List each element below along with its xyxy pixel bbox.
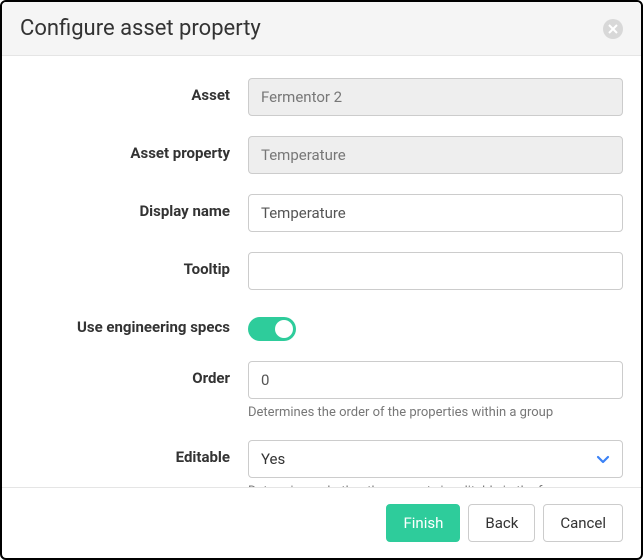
order-help: Determines the order of the properties w… [248, 405, 623, 420]
order-label: Order [20, 361, 248, 387]
editable-select[interactable]: Yes [248, 440, 623, 478]
back-button[interactable]: Back [468, 504, 535, 542]
editable-label: Editable [20, 440, 248, 466]
order-row: Order Determines the order of the proper… [20, 361, 623, 420]
modal-body: Asset Asset property Display name Toolti… [2, 56, 641, 487]
close-button[interactable] [603, 19, 623, 39]
asset-property-label: Asset property [20, 136, 248, 162]
asset-label: Asset [20, 78, 248, 104]
cancel-button[interactable]: Cancel [543, 504, 623, 542]
tooltip-row: Tooltip [20, 252, 623, 290]
asset-property-input [248, 136, 623, 174]
modal-title: Configure asset property [20, 16, 261, 41]
modal-footer: Finish Back Cancel [2, 487, 641, 558]
editable-row: Editable Yes Determines whether the prop… [20, 440, 623, 487]
display-name-row: Display name [20, 194, 623, 232]
editable-value: Yes [261, 450, 285, 468]
asset-row: Asset [20, 78, 623, 116]
use-eng-specs-toggle[interactable] [248, 317, 296, 341]
tooltip-input[interactable] [248, 252, 623, 290]
finish-button[interactable]: Finish [386, 504, 460, 542]
display-name-input[interactable] [248, 194, 623, 232]
tooltip-label: Tooltip [20, 252, 248, 278]
asset-property-row: Asset property [20, 136, 623, 174]
modal-header: Configure asset property [2, 2, 641, 56]
display-name-label: Display name [20, 194, 248, 220]
close-icon [608, 24, 618, 34]
use-eng-specs-label: Use engineering specs [20, 310, 248, 336]
asset-input [248, 78, 623, 116]
order-input[interactable] [248, 361, 623, 399]
toggle-knob [275, 320, 293, 338]
chevron-down-icon [596, 452, 610, 466]
configure-asset-property-modal: Configure asset property Asset Asset pro… [0, 0, 643, 560]
use-eng-specs-row: Use engineering specs [20, 310, 623, 341]
